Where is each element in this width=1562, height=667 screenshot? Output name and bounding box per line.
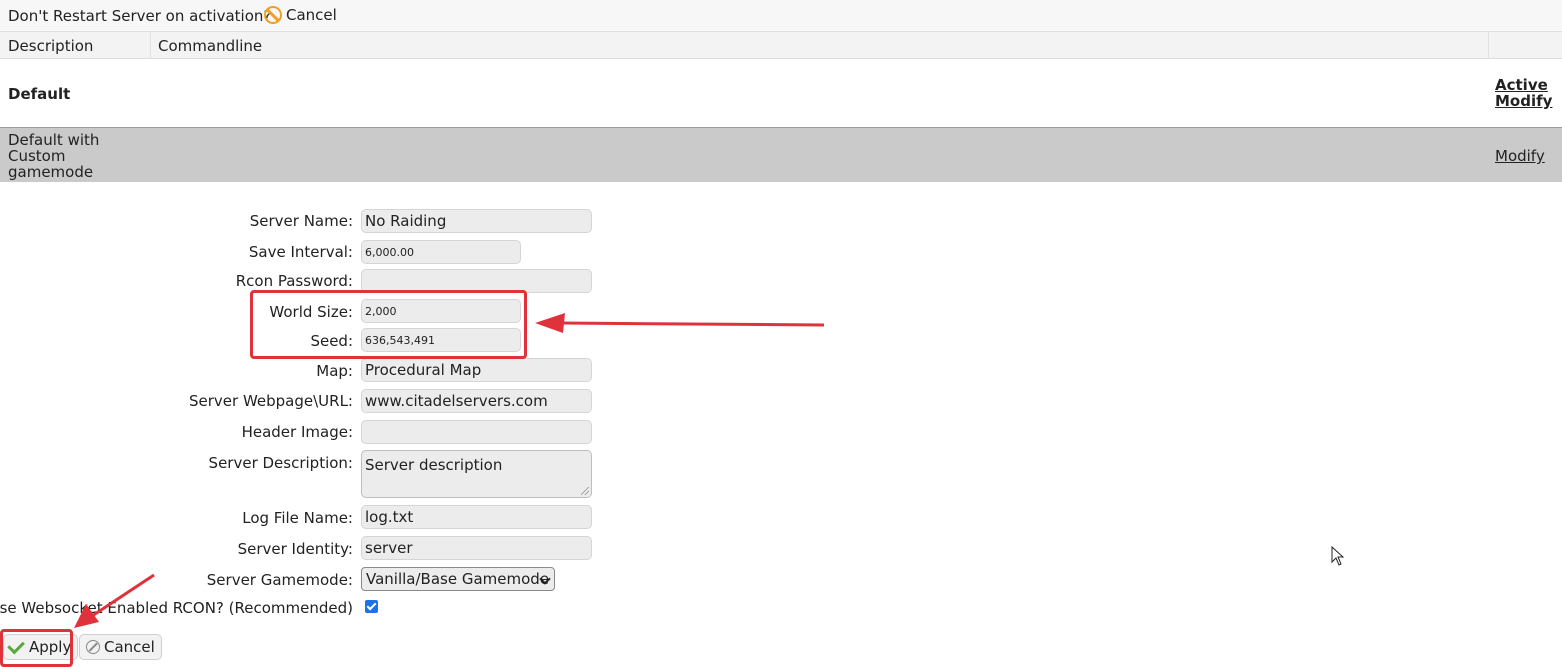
column-description: Description	[8, 37, 94, 55]
log-file-input[interactable]: log.txt	[361, 505, 592, 529]
map-label: Map:	[316, 362, 353, 380]
table-row-selected: Default with Custom gamemode Modify	[0, 128, 1562, 182]
checkmark-icon	[7, 636, 25, 655]
world-size-label: World Size:	[269, 303, 353, 321]
restart-prompt: Don't Restart Server on activation?	[8, 7, 272, 25]
log-file-label: Log File Name:	[242, 509, 353, 527]
save-interval-input[interactable]: 6,000.00	[361, 240, 521, 264]
world-size-input[interactable]: 2,000	[361, 299, 521, 323]
table-header: Description Commandline	[0, 32, 1562, 59]
gamemode-label: Server Gamemode:	[206, 571, 353, 589]
apply-button[interactable]: Apply	[3, 634, 79, 660]
websocket-label: Use Websocket Enabled RCON? (Recommended…	[0, 599, 353, 617]
server-name-label: Server Name:	[249, 212, 353, 230]
identity-label: Server Identity:	[237, 540, 353, 558]
cancel-button[interactable]: Cancel	[79, 634, 162, 660]
row-name: Default	[8, 85, 71, 103]
arrow-to-world-seed	[535, 313, 825, 333]
header-image-input[interactable]	[361, 420, 592, 444]
table-row: Default Active Modify	[0, 59, 1562, 128]
rcon-password-input[interactable]	[361, 269, 592, 293]
gamemode-select[interactable]: Vanilla/Base Gamemode	[361, 567, 555, 591]
mouse-cursor-icon	[1331, 546, 1345, 566]
row-name: Default with Custom gamemode	[8, 131, 100, 181]
description-label: Server Description:	[208, 454, 353, 472]
apply-label: Apply	[29, 638, 72, 656]
top-cancel-label: Cancel	[286, 6, 337, 24]
column-divider	[150, 32, 151, 59]
ban-icon	[264, 6, 282, 24]
gamemode-selected: Vanilla/Base Gamemode	[366, 570, 550, 588]
map-input[interactable]: Procedural Map	[361, 358, 592, 382]
header-image-label: Header Image:	[241, 423, 353, 441]
webpage-label: Server Webpage\URL:	[189, 392, 353, 410]
column-commandline: Commandline	[158, 37, 263, 55]
modify-link[interactable]: Modify	[1495, 147, 1545, 165]
rcon-password-label: Rcon Password:	[235, 272, 353, 290]
stop-icon	[86, 640, 100, 654]
websocket-checkbox[interactable]	[365, 600, 378, 613]
seed-label: Seed:	[310, 332, 353, 350]
identity-input[interactable]: server	[361, 536, 592, 560]
cancel-label: Cancel	[104, 638, 155, 656]
active-link[interactable]: Active	[1495, 77, 1548, 93]
activation-bar: Don't Restart Server on activation? Canc…	[0, 0, 1562, 32]
resize-grip-icon[interactable]	[581, 487, 589, 495]
server-name-input[interactable]: No Raiding	[361, 209, 592, 233]
seed-input[interactable]: 636,543,491	[361, 328, 521, 352]
column-divider	[1488, 32, 1489, 59]
top-cancel-button[interactable]: Cancel	[264, 6, 337, 24]
description-textarea[interactable]: Server description	[361, 450, 592, 498]
description-text: Server description	[365, 456, 503, 474]
save-interval-label: Save Interval:	[248, 243, 353, 261]
webpage-input[interactable]: www.citadelservers.com	[361, 389, 592, 413]
modify-link[interactable]: Modify	[1495, 93, 1552, 109]
